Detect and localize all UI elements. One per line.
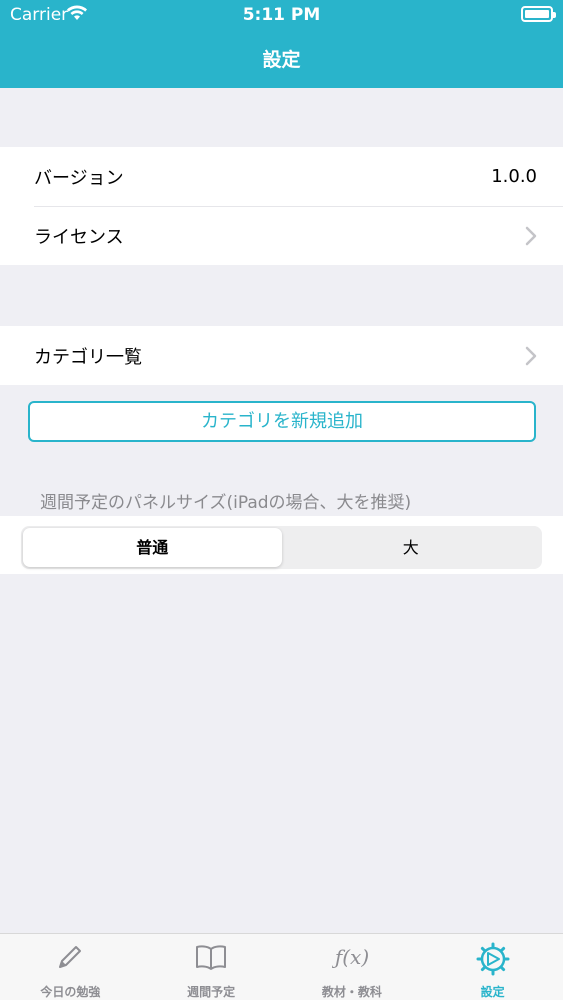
status-bar: Carrier 5:11 PM <box>0 0 563 30</box>
svg-text:ƒ(x): ƒ(x) <box>332 945 369 969</box>
license-label: ライセンス <box>34 226 124 248</box>
tab-weekly-schedule[interactable]: 週間予定 <box>141 934 282 1000</box>
battery-icon <box>521 6 556 22</box>
tab-label: 今日の勉強 <box>40 985 101 999</box>
segment-normal[interactable]: 普通 <box>23 528 282 567</box>
info-group: バージョン 1.0.0 ライセンス <box>0 147 563 265</box>
segment-large[interactable]: 大 <box>282 528 541 567</box>
tab-bar: 今日の勉強 週間予定 ƒ(x) 教材・教科 設定 <box>0 933 563 1000</box>
panel-size-section-label: 週間予定のパネルサイズ(iPadの場合、大を推奨) <box>40 493 412 513</box>
tab-today-study[interactable]: 今日の勉強 <box>0 934 141 1000</box>
add-category-button[interactable]: カテゴリを新規追加 <box>28 401 536 442</box>
category-group: カテゴリ一覧 <box>0 326 563 385</box>
page-title: 設定 <box>262 49 301 71</box>
version-row: バージョン 1.0.0 <box>0 147 563 206</box>
book-icon <box>196 945 227 970</box>
version-label: バージョン <box>34 167 124 189</box>
tab-label: 設定 <box>480 985 505 999</box>
navigation-header: Carrier 5:11 PM 設定 <box>0 0 563 88</box>
license-row[interactable]: ライセンス <box>0 206 563 265</box>
version-value: 1.0.0 <box>491 166 537 187</box>
chevron-right-icon <box>525 346 537 365</box>
tab-settings[interactable]: 設定 <box>422 934 563 1000</box>
tab-label: 週間予定 <box>187 985 236 999</box>
category-list-label: カテゴリ一覧 <box>34 346 142 368</box>
tab-materials-subjects[interactable]: ƒ(x) 教材・教科 <box>282 934 423 1000</box>
chevron-right-icon <box>525 226 537 245</box>
pencil-icon <box>59 946 82 968</box>
settings-gear-icon <box>476 942 510 976</box>
panel-size-segmented-control: 普通 大 <box>21 526 542 569</box>
tab-label: 教材・教科 <box>321 985 382 999</box>
category-list-row[interactable]: カテゴリ一覧 <box>0 326 563 385</box>
function-icon: ƒ(x) <box>332 945 369 969</box>
clock: 5:11 PM <box>242 5 321 25</box>
panel-size-row: 普通 大 <box>0 516 563 574</box>
